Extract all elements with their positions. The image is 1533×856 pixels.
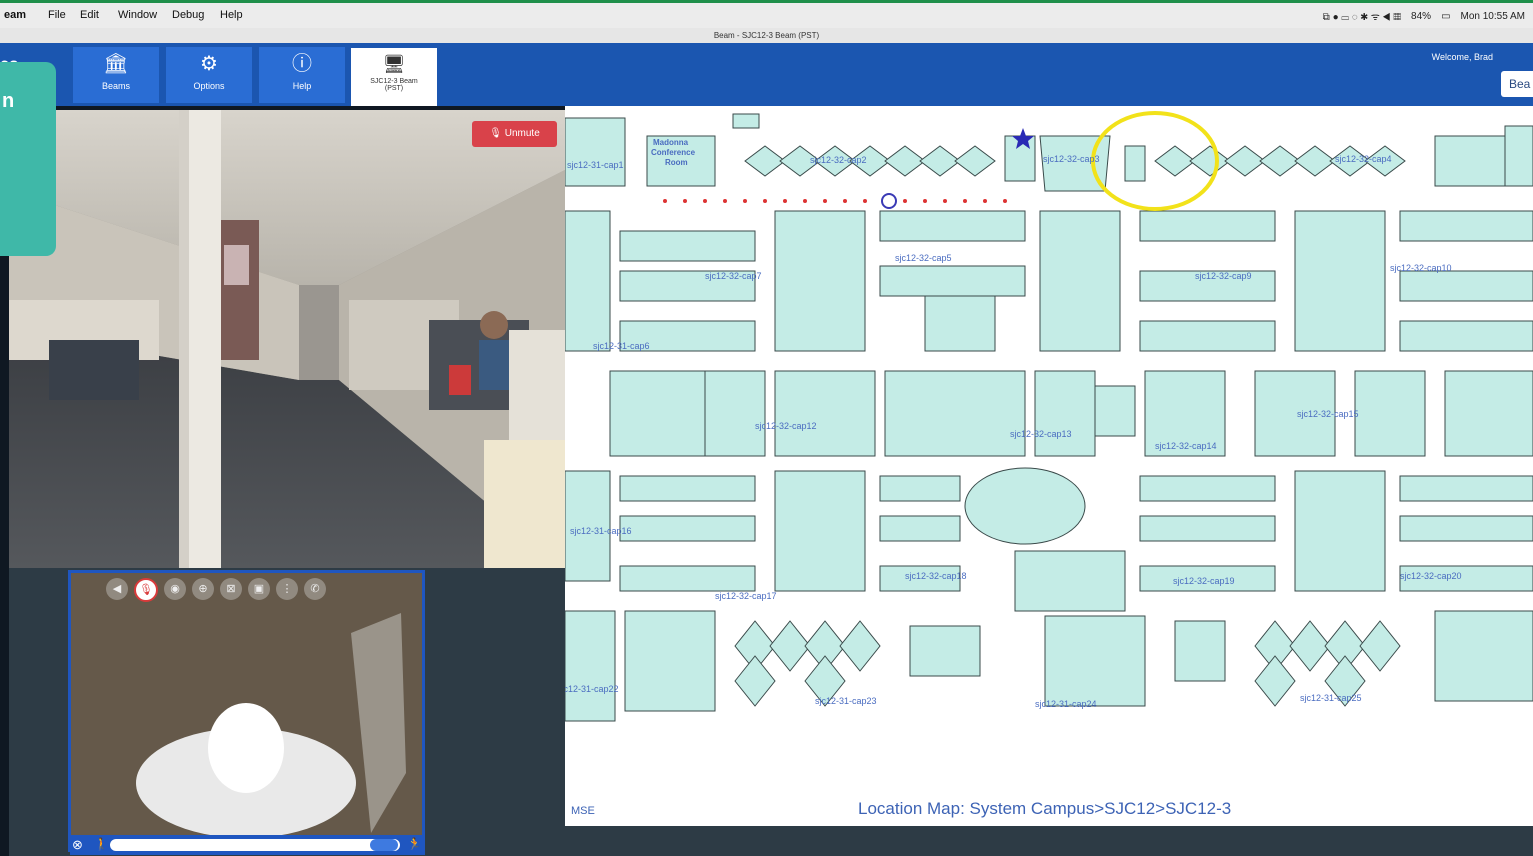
battery-icon[interactable]: ▭ — [1441, 11, 1450, 22]
cap-label[interactable]: sjc12-32-cap18 — [905, 571, 967, 581]
cap-label[interactable]: sjc12-31-cap23 — [815, 696, 877, 706]
cap-label[interactable]: sjc12-32-cap20 — [1400, 571, 1462, 581]
cap-label[interactable]: sjc12-32-cap5 — [895, 253, 952, 263]
building-icon: 🏛 — [103, 53, 129, 75]
screenshot-icon[interactable]: ▣ — [248, 578, 270, 600]
help-icon: ⓘ — [292, 53, 312, 75]
help-button[interactable]: ⓘ Help — [259, 47, 345, 103]
share-icon[interactable]: ⊕ — [192, 578, 214, 600]
cap-label[interactable]: sjc12-31-cap1 — [567, 160, 624, 170]
options-button[interactable]: ⚙ Options — [166, 47, 252, 103]
cap-label[interactable]: sjc12-32-cap7 — [705, 271, 762, 281]
room-label-3: Room — [665, 158, 688, 167]
status-icons[interactable]: ⧉ ● ▭ ◌ ✱ ᯤ ◀ ▦ — [1323, 9, 1401, 23]
cap-label[interactable]: sjc12-32-cap15 — [1297, 409, 1359, 419]
window-title: Beam - SJC12-3 Beam (PST) — [0, 28, 1533, 44]
menu-debug[interactable]: Debug — [172, 9, 204, 21]
location-map[interactable]: Madonna Conference Room sjc12-31-cap1 sj… — [565, 106, 1533, 826]
cap-label[interactable]: sjc12-32-cap13 — [1010, 429, 1072, 439]
beams-button[interactable]: 🏛 Beams — [73, 47, 159, 103]
status-area: ⧉ ● ▭ ◌ ✱ ᯤ ◀ ▦ 84% ▭ Mon 10:55 AM — [1323, 9, 1525, 24]
battery-percent[interactable]: 84% — [1411, 11, 1431, 22]
cap-label[interactable]: sjc12-32-cap2 — [810, 155, 867, 165]
beams-label: Beams — [101, 81, 130, 91]
app-toolbar: co 🏛 Beams ⚙ Options ⓘ Help Welcome, Bra… — [0, 43, 1533, 106]
cap-label[interactable]: sjc12-32-cap19 — [1173, 576, 1235, 586]
cap-label[interactable]: sjc12-32-cap14 — [1155, 441, 1217, 451]
menu-file[interactable]: File — [48, 9, 66, 21]
cap-label[interactable]: sjc12-32-cap4 — [1335, 154, 1392, 164]
floor-view — [71, 573, 422, 849]
cap-label[interactable]: sjc12-32-cap12 — [755, 421, 817, 431]
menu-help[interactable]: Help — [220, 9, 243, 21]
gear-icon: ⚙ — [200, 53, 218, 75]
camera-scene — [9, 110, 565, 568]
menu-edit[interactable]: Edit — [80, 9, 99, 21]
walking-slow-icon: 🚶 — [94, 837, 109, 851]
menu-app-name[interactable]: eam — [4, 9, 26, 21]
control-icon-strip: ◀ 🎙 ◉ ⊕ ⊠ ▣ ⋮ ✆ — [106, 578, 326, 602]
cap-label[interactable]: sjc12-32-cap10 — [1390, 263, 1452, 273]
unmute-button[interactable]: 🎙 Unmute — [472, 121, 557, 147]
cap-label[interactable]: sjc12-32-cap3 — [1043, 154, 1100, 164]
fullscreen-icon[interactable]: ⊠ — [220, 578, 242, 600]
cap-label[interactable]: sjc12-31-cap16 — [570, 526, 632, 536]
cap-label[interactable]: sjc12-32-cap17 — [715, 591, 777, 601]
map-corner-label: MSE — [571, 805, 595, 817]
cap-label[interactable]: sjc12-32-cap9 — [1195, 271, 1252, 281]
tab-label-line2: (PST) — [384, 85, 404, 92]
clock[interactable]: Mon 10:55 AM — [1461, 11, 1525, 22]
close-circle-icon[interactable]: ⊗ — [72, 837, 83, 853]
robot-icon: 🖥 — [382, 54, 406, 74]
end-call-icon[interactable]: ✆ — [304, 578, 326, 600]
walking-fast-icon: 🏃 — [407, 837, 422, 851]
cap-label[interactable]: sjc12-31-cap24 — [1035, 699, 1097, 709]
floor-plan — [565, 111, 1533, 722]
room-label-1: Madonna — [653, 138, 689, 147]
welcome-text: Welcome, Brad — [1431, 52, 1493, 62]
tab-label-line1: SJC12-3 Beam — [370, 78, 418, 85]
speed-slider-track[interactable] — [110, 839, 400, 851]
options-label: Options — [193, 81, 225, 91]
cap-label[interactable]: sjc12-31-cap22 — [565, 684, 619, 694]
speaker-icon[interactable]: ◀ — [106, 578, 128, 600]
beam-button[interactable]: Bea — [1501, 71, 1533, 97]
overlay-text: n — [2, 90, 15, 112]
mic-muted-icon[interactable]: 🎙 — [134, 578, 158, 602]
robot-position-marker — [881, 193, 897, 209]
menu-bar: eam File Edit Window Debug Help ⧉ ● ▭ ◌ … — [0, 0, 1533, 28]
path-dots — [663, 199, 1007, 203]
unmute-label: Unmute — [504, 128, 540, 139]
cap-label[interactable]: sjc12-31-cap25 — [1300, 693, 1362, 703]
help-label: Help — [292, 81, 312, 91]
room-label-2: Conference — [651, 148, 696, 157]
main-camera-view[interactable] — [9, 110, 565, 568]
menu-window[interactable]: Window — [118, 9, 157, 21]
map-caption: Location Map: System Campus>SJC12>SJC12-… — [858, 799, 1232, 818]
settings-icon[interactable]: ⋮ — [276, 578, 298, 600]
speed-slider-handle[interactable] — [370, 839, 398, 851]
downward-camera-view[interactable] — [68, 570, 425, 852]
map-footer — [565, 826, 1533, 856]
cap-label[interactable]: sjc12-31-cap6 — [593, 341, 650, 351]
microphone-icon: 🎙 — [489, 128, 505, 139]
tab-sjc12-3-beam[interactable]: 🖥 SJC12-3 Beam (PST) — [351, 48, 437, 106]
video-icon[interactable]: ◉ — [164, 578, 186, 600]
